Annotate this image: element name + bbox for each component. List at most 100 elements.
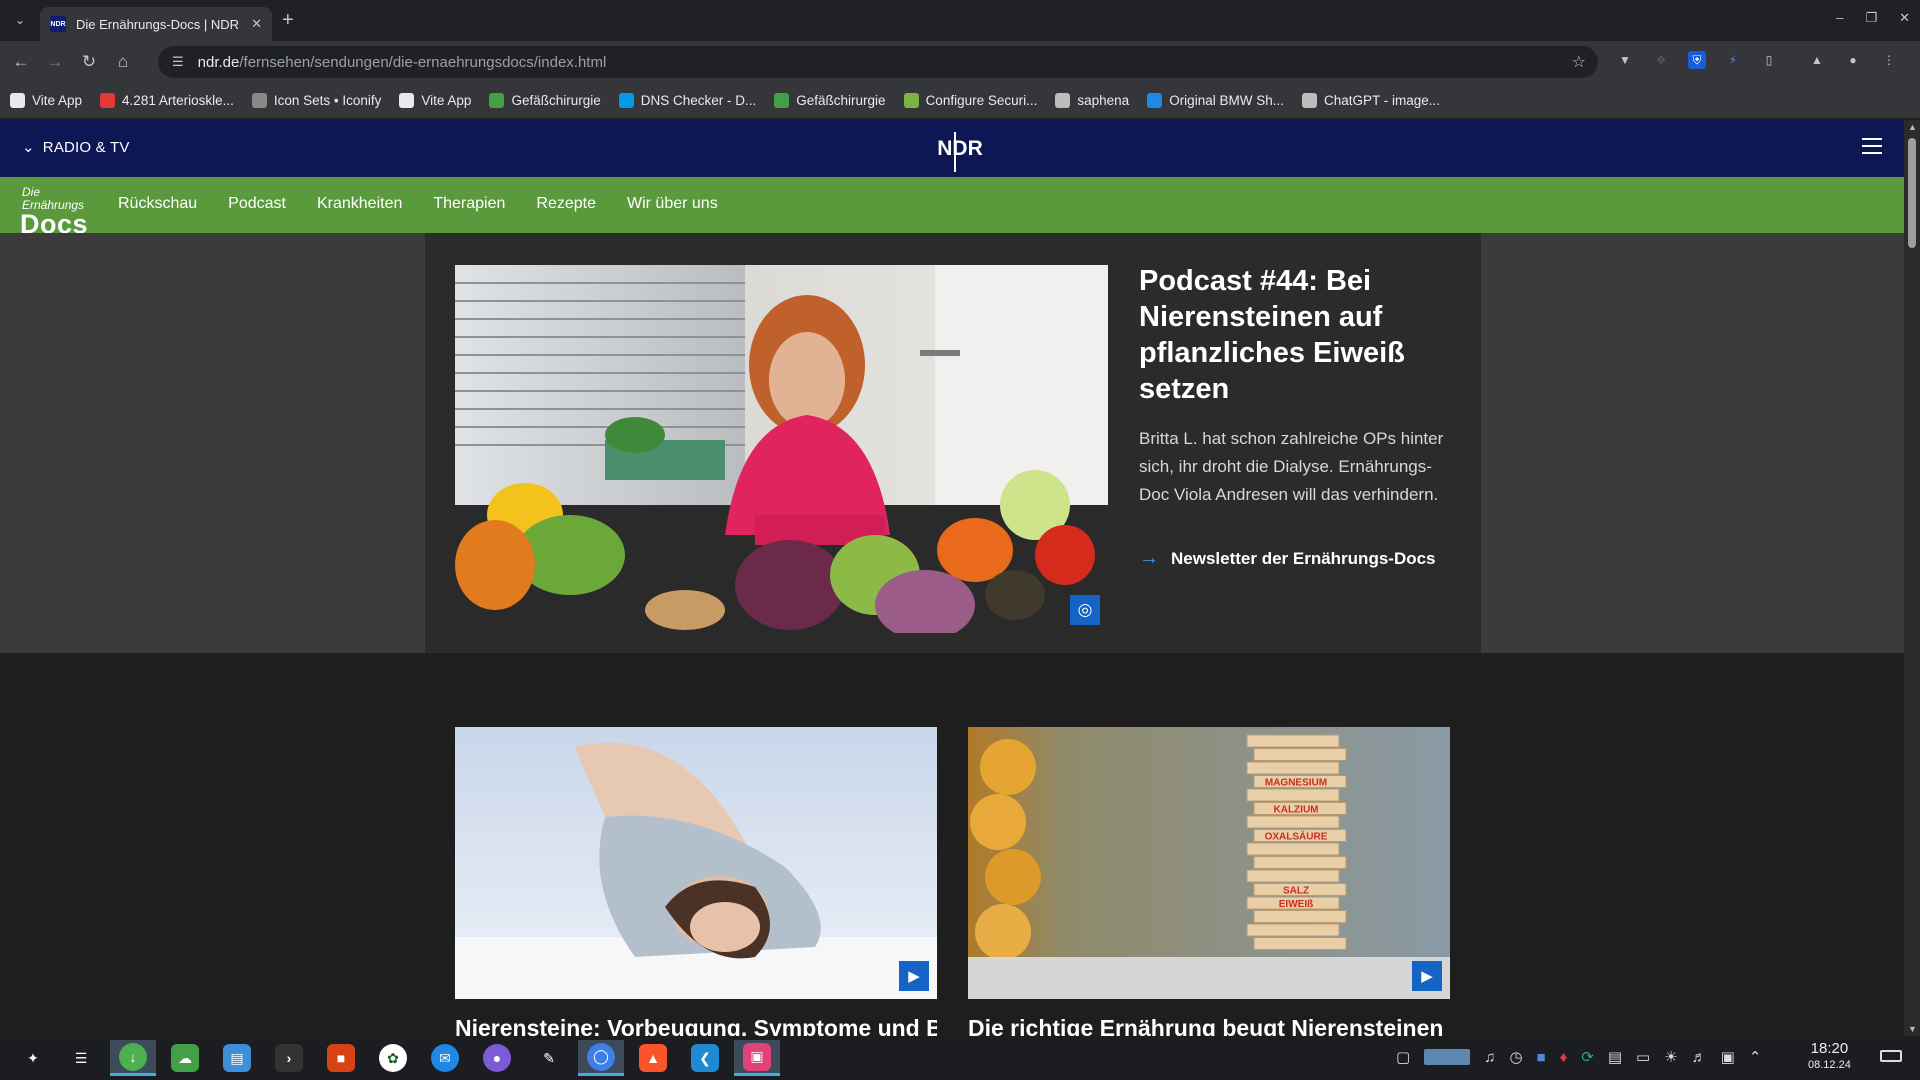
menu-dots-icon[interactable]: ⋮ [1880, 51, 1898, 69]
cloud-icon: ☁ [171, 1044, 199, 1072]
hero-image[interactable]: ◎ [455, 265, 1108, 633]
taskbar-github[interactable]: ● [474, 1040, 520, 1076]
security-shield-icon[interactable]: ♦ [1560, 1049, 1568, 1066]
bolt-extension-icon[interactable]: ⚡ [1724, 51, 1742, 69]
ndr-logo[interactable]: NDR [937, 132, 983, 172]
taskbar-vscode[interactable]: ❮ [682, 1040, 728, 1076]
taskbar-inkscape[interactable]: ✎ [526, 1040, 572, 1076]
bmw-icon [1147, 93, 1163, 108]
battery-tray-icon[interactable]: ▭ [1636, 1048, 1650, 1066]
bookmark-star-icon[interactable]: ☆ [1572, 52, 1586, 72]
taskbar-settings[interactable]: ☰ [58, 1040, 104, 1076]
nav-rezepte[interactable]: Rezepte [536, 195, 596, 213]
notifications-icon[interactable]: ♫ [1484, 1049, 1495, 1066]
bookmark-item[interactable]: Vite App [399, 93, 471, 108]
extension-icon[interactable]: ❖ [1652, 51, 1670, 69]
home-button[interactable]: ⌂ [110, 49, 136, 75]
play-video-icon[interactable]: ▶ [899, 961, 929, 991]
radio-tv-menu[interactable]: ⌄ RADIO & TV [22, 138, 130, 157]
bitwarden-icon[interactable]: ⛨ [1688, 51, 1706, 69]
puzzle-extensions-icon[interactable]: ▯ [1760, 51, 1778, 69]
hamburger-menu-icon[interactable] [1862, 138, 1882, 154]
extensions-area: ▼ ❖ ⛨ ⚡ ▯ ▲ ● ⋮ [1616, 51, 1898, 69]
teaser-card-1-title[interactable]: Nierensteine: Vorbeugung, Symptome und B… [455, 1015, 937, 1036]
new-tab-button[interactable]: + [282, 9, 294, 32]
bookmark-item[interactable]: Original BMW Sh... [1147, 93, 1284, 108]
taskbar-brave[interactable]: ▲ [630, 1040, 676, 1076]
nav-rueckschau[interactable]: Rückschau [118, 195, 197, 213]
bookmarks-bar: Vite App 4.281 Arterioskle... Icon Sets • … [0, 83, 1920, 119]
tab-title: Die Ernährungs-Docs | NDR [76, 16, 240, 32]
taskbar-discover[interactable]: ↓ [110, 1040, 156, 1076]
taskbar-chrome[interactable]: ◯ [578, 1040, 624, 1076]
network-icon[interactable]: ▣ [1721, 1048, 1735, 1066]
bookmark-item[interactable]: Vite App [10, 93, 82, 108]
scroll-up-icon[interactable]: ▲ [1908, 122, 1917, 132]
labs-flask-icon[interactable]: ▲ [1808, 51, 1826, 69]
brightness-icon[interactable]: ☀ [1664, 1048, 1677, 1066]
bookmark-item[interactable]: saphena [1055, 93, 1129, 108]
jenga-block [1253, 937, 1347, 950]
tray-expand-icon[interactable]: ⌃ [1749, 1048, 1762, 1066]
nav-therapien[interactable]: Therapien [433, 195, 505, 213]
pager-icon[interactable] [1424, 1049, 1471, 1065]
ndr-logo-text: NDR [937, 137, 983, 160]
nav-krankheiten[interactable]: Krankheiten [317, 195, 402, 213]
clipboard-icon[interactable]: ▤ [1608, 1048, 1622, 1066]
show-desktop-icon[interactable]: ▢ [1396, 1048, 1410, 1066]
nav-wir-ueber-uns[interactable]: Wir über uns [627, 195, 718, 213]
home-icon: ⌂ [117, 52, 129, 71]
bookmark-item[interactable]: ChatGPT - image... [1301, 93, 1440, 108]
taskbar-mongodb[interactable]: ✿ [370, 1040, 416, 1076]
bookmark-item[interactable]: 4.281 Arterioskle... [100, 93, 234, 108]
newsletter-link[interactable]: → Newsletter der Ernährungs-Docs [1139, 547, 1455, 570]
forward-button[interactable]: → [42, 49, 68, 75]
bookmark-item[interactable]: Gefäßchirurgie [774, 93, 886, 108]
teaser-card-2-title[interactable]: Die richtige Ernährung beugt Nierenstein… [968, 1015, 1450, 1036]
tab-search-button[interactable]: ⌄ [6, 9, 34, 31]
taskbar-terminal[interactable]: › [266, 1040, 312, 1076]
close-icon[interactable]: ✕ [251, 16, 262, 32]
bookmark-label: saphena [1077, 93, 1130, 108]
page-scrollbar[interactable]: ▲ ▼ [1904, 120, 1920, 1036]
battery-icon[interactable] [1880, 1050, 1902, 1062]
bookmark-label: 4.281 Arterioskle... [122, 93, 234, 108]
bookmark-label: Original BMW Sh... [1169, 93, 1284, 108]
sync-icon[interactable]: ⟳ [1581, 1048, 1594, 1066]
back-button[interactable]: ← [8, 49, 34, 75]
profile-icon[interactable]: ● [1844, 51, 1862, 69]
browser-toolbar: ← → ↻ ⌂ ☰ ndr.de/fernsehen/sendungen/die… [0, 41, 1920, 83]
jenga-block [1253, 856, 1347, 869]
scroll-thumb[interactable] [1908, 138, 1916, 248]
bookmark-item[interactable]: Icon Sets • Iconify [251, 93, 381, 108]
teaser-card-2[interactable]: MAGNESIUM KALZIUM OXALSÄURE SALZ EIWEIß ▶ [968, 727, 1450, 999]
red-square-icon [100, 93, 116, 108]
app-launcher[interactable]: ✦ [10, 1040, 56, 1076]
scroll-down-icon[interactable]: ▼ [1908, 1024, 1917, 1034]
restore-icon[interactable]: ❐ [1865, 10, 1877, 26]
clock-tray-icon[interactable]: ◷ [1509, 1048, 1522, 1066]
taskbar-screenshot[interactable]: ▣ [734, 1040, 780, 1076]
window-close-icon[interactable]: ✕ [1899, 10, 1910, 26]
hero-title[interactable]: Podcast #44: Bei Nierensteinen auf pflan… [1139, 263, 1455, 407]
taskbar-files[interactable]: ▤ [214, 1040, 260, 1076]
clock[interactable]: 18:20 08.12.24 [1808, 1041, 1851, 1073]
volume-icon[interactable]: ♬ [1692, 1049, 1707, 1066]
bookmark-item[interactable]: DNS Checker - D... [618, 93, 756, 108]
bookmark-item[interactable]: Configure Securi... [903, 93, 1037, 108]
ernaehrungs-docs-logo[interactable]: Die Ernährungs Docs [20, 186, 90, 238]
site-settings-icon[interactable]: ☰ [172, 54, 184, 70]
nav-podcast[interactable]: Podcast [228, 195, 286, 213]
teaser-card-1[interactable]: ▶ [455, 727, 937, 999]
browser-tab[interactable]: NDR Die Ernährungs-Docs | NDR ✕ [40, 7, 272, 41]
taskbar-thunderbird[interactable]: ✉ [422, 1040, 468, 1076]
reload-button[interactable]: ↻ [76, 49, 102, 75]
taskbar-office[interactable]: ■ [318, 1040, 364, 1076]
vpn-extension-icon[interactable]: ▼ [1616, 51, 1634, 69]
bookmark-item[interactable]: Gefäßchirurgie [489, 93, 601, 108]
teams-icon[interactable]: ■ [1537, 1049, 1546, 1066]
minimize-icon[interactable]: – [1836, 10, 1843, 26]
address-bar[interactable]: ☰ ndr.de/fernsehen/sendungen/die-ernaehr… [158, 46, 1598, 78]
taskbar-cloud[interactable]: ☁ [162, 1040, 208, 1076]
play-video-icon[interactable]: ▶ [1412, 961, 1442, 991]
